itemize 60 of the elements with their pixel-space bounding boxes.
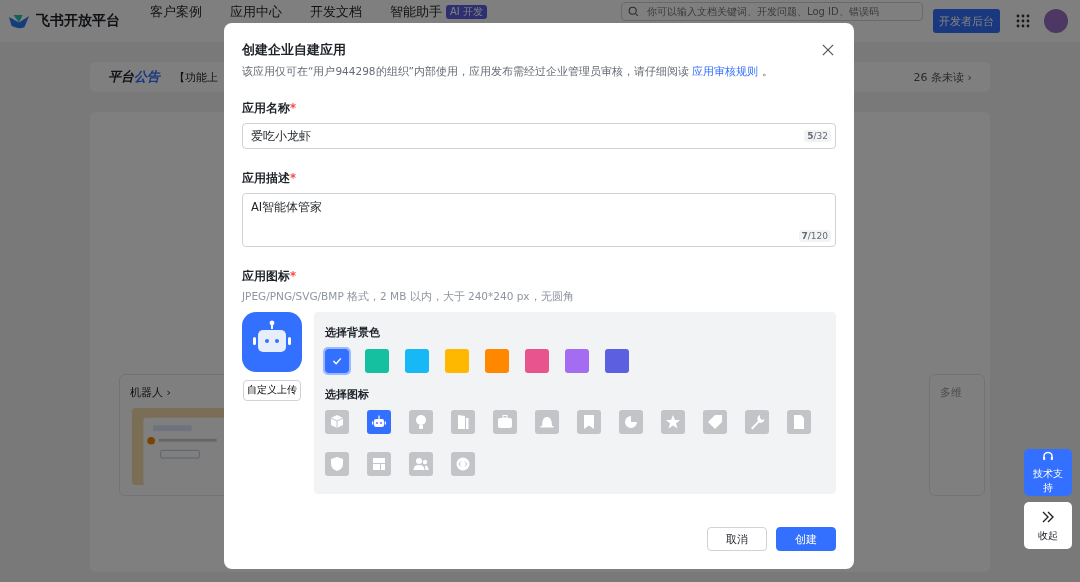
color-swatch[interactable] xyxy=(365,349,389,373)
wrench-icon[interactable] xyxy=(745,410,769,434)
create-button[interactable]: 创建 xyxy=(776,527,836,551)
pie-icon[interactable] xyxy=(619,410,643,434)
char-counter: 5/32 xyxy=(804,130,831,142)
field-label: 应用描述* xyxy=(242,171,297,186)
color-swatch[interactable] xyxy=(325,349,349,373)
ai-badge: AI 开发 xyxy=(446,4,487,19)
section-label: 选择背景色 xyxy=(325,325,381,340)
collapse-button[interactable]: 收起 xyxy=(1024,502,1072,549)
announcement-title: 平台公告 xyxy=(108,68,160,86)
search-icon xyxy=(628,6,639,17)
bell-icon[interactable] xyxy=(535,410,559,434)
bulb-icon[interactable] xyxy=(409,410,433,434)
color-swatch[interactable] xyxy=(565,349,589,373)
app-description-field[interactable]: AI智能体管家 7/120 xyxy=(242,193,836,247)
app-icon-preview xyxy=(242,312,302,372)
dialog-title: 创建企业自建应用 xyxy=(242,41,346,59)
console-button[interactable]: 开发者后台 xyxy=(933,9,1000,33)
unread-link[interactable]: 26 条未读 › xyxy=(913,69,972,85)
color-swatch[interactable] xyxy=(445,349,469,373)
headset-icon xyxy=(1040,450,1056,463)
field-label: 应用图标* xyxy=(242,269,297,284)
cancel-button[interactable]: 取消 xyxy=(707,527,767,551)
cube-icon[interactable] xyxy=(325,410,349,434)
logo-icon xyxy=(8,12,30,30)
dialog-notice: 该应用仅可在“用户944298的组织”内部使用，应用发布需经过企业管理员审核，请仔细阅读 应用审核规则 。 xyxy=(242,65,774,79)
people-icon[interactable] xyxy=(409,452,433,476)
bookmark-icon[interactable] xyxy=(577,410,601,434)
search-field[interactable]: 你可以输入文档关键词、开发问题、Log ID、错误码 xyxy=(621,2,923,21)
tech-support-button[interactable]: 技术支持 xyxy=(1024,449,1072,496)
color-swatch[interactable] xyxy=(485,349,509,373)
layout-icon[interactable] xyxy=(367,452,391,476)
review-rules-link[interactable]: 应用审核规则 xyxy=(692,65,759,77)
briefcase-icon[interactable] xyxy=(493,410,517,434)
announcement-text[interactable]: 【功能上 xyxy=(174,69,218,85)
color-swatch[interactable] xyxy=(405,349,429,373)
apps-grid-icon[interactable] xyxy=(1016,14,1030,28)
color-swatch[interactable] xyxy=(605,349,629,373)
code-icon[interactable] xyxy=(451,452,475,476)
nav-link[interactable]: 智能助手 AI 开发 xyxy=(390,4,487,19)
shield-icon[interactable] xyxy=(325,452,349,476)
app-name-field[interactable]: 爱吃小龙虾 5/32 xyxy=(242,123,836,149)
close-icon[interactable] xyxy=(822,44,834,56)
card-title: 机器人 › xyxy=(130,385,171,400)
icon-hint: JPEG/PNG/SVG/BMP 格式，2 MB 以内，大于 240*240 px，无圆角 xyxy=(242,290,575,304)
door-icon[interactable] xyxy=(451,410,475,434)
user-avatar[interactable] xyxy=(1044,9,1068,33)
field-label: 应用名称* xyxy=(242,101,297,116)
nav-link[interactable]: 客户案例 xyxy=(150,4,202,19)
custom-upload-button[interactable]: 自定义上传 xyxy=(243,380,301,401)
robot-icon[interactable] xyxy=(367,410,391,434)
section-label: 选择图标 xyxy=(325,387,370,402)
nav-link[interactable]: 应用中心 xyxy=(230,4,282,19)
tag-icon[interactable] xyxy=(703,410,727,434)
color-swatch[interactable] xyxy=(525,349,549,373)
nav-link[interactable]: 开发文档 xyxy=(310,4,362,19)
document-icon[interactable] xyxy=(787,410,811,434)
brand-name[interactable]: 飞书开放平台 xyxy=(36,12,120,30)
char-counter: 7/120 xyxy=(798,230,831,242)
